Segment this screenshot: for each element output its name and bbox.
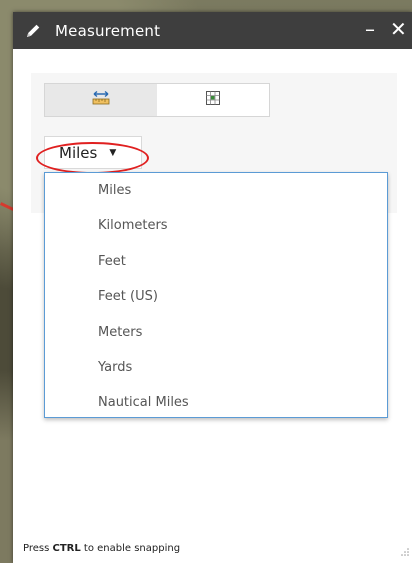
location-coordinates-icon (205, 90, 221, 110)
unit-option-kilometers[interactable]: Kilometers (45, 208, 387, 243)
measurement-panel: Measurement – ✕ Miles ▼ Miles Kilometers… (13, 12, 412, 563)
panel-title: Measurement (55, 21, 161, 40)
unit-option-feet-us[interactable]: Feet (US) (45, 279, 387, 314)
unit-option-miles[interactable]: Miles (45, 173, 387, 208)
resize-handle-icon[interactable] (401, 541, 409, 560)
snapping-hint-key: CTRL (52, 543, 81, 554)
snapping-hint: Press CTRL to enable snapping (23, 543, 180, 554)
minimize-button[interactable]: – (362, 14, 378, 44)
unit-dropdown-list: Miles Kilometers Feet Feet (US) Meters Y… (44, 172, 388, 418)
close-button[interactable]: ✕ (390, 14, 407, 44)
red-annotation-ellipse (36, 142, 149, 174)
snapping-hint-suffix: to enable snapping (80, 543, 181, 554)
panel-titlebar[interactable]: Measurement – ✕ (13, 12, 412, 49)
location-tool-button[interactable] (157, 84, 269, 116)
unit-option-feet[interactable]: Feet (45, 244, 387, 279)
unit-option-nautical-miles[interactable]: Nautical Miles (45, 385, 387, 420)
unit-option-meters[interactable]: Meters (45, 315, 387, 350)
snapping-hint-prefix: Press (23, 543, 53, 554)
pencil-icon (13, 12, 53, 49)
measurement-tool-group (44, 83, 270, 117)
distance-ruler-icon (91, 90, 111, 110)
distance-tool-button[interactable] (45, 84, 157, 116)
unit-option-yards[interactable]: Yards (45, 350, 387, 385)
